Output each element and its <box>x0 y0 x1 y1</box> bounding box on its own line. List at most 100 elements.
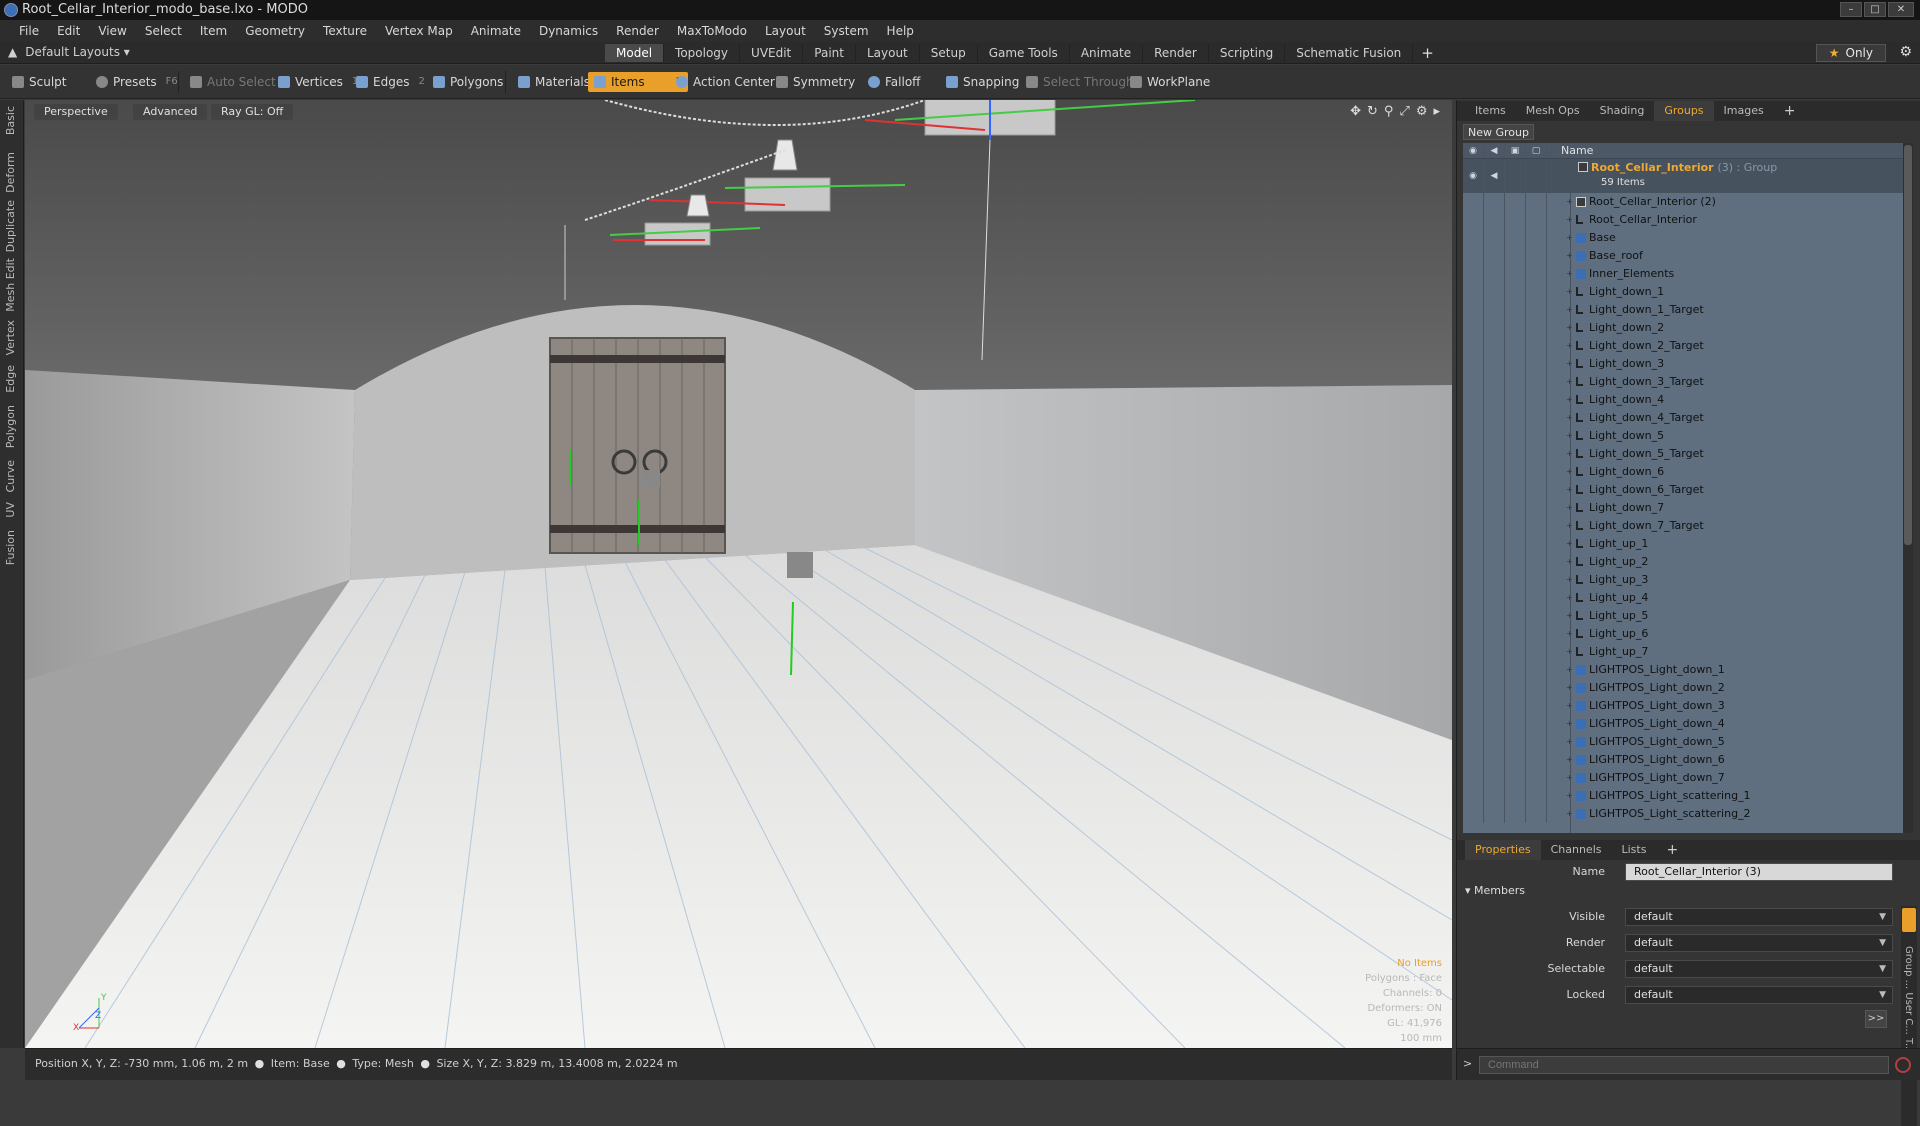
tab-properties[interactable]: Properties <box>1465 840 1541 860</box>
tree-row[interactable]: + Light_down_1 <box>1463 283 1903 301</box>
row-toggle-cell[interactable] <box>1463 553 1484 571</box>
vtab-basic[interactable]: Basic <box>4 106 17 135</box>
expand-icon[interactable]: + <box>1566 265 1573 283</box>
expand-properties-button[interactable]: >> <box>1865 1010 1887 1028</box>
row-toggle-cell[interactable] <box>1484 769 1505 787</box>
expand-icon[interactable]: + <box>1566 805 1573 823</box>
tab-images[interactable]: Images <box>1714 101 1774 121</box>
expand-icon[interactable]: + <box>1566 643 1573 661</box>
expand-icon[interactable]: + <box>1566 229 1573 247</box>
row-toggle-cell[interactable] <box>1505 553 1526 571</box>
tree-row[interactable]: + Light_down_5 <box>1463 427 1903 445</box>
row-toggle-cell[interactable] <box>1526 751 1547 769</box>
expand-icon[interactable]: + <box>1566 247 1573 265</box>
tree-row[interactable]: + Light_down_1_Target <box>1463 301 1903 319</box>
pan-icon[interactable]: ✥ <box>1350 104 1361 119</box>
row-toggle-cell[interactable] <box>1463 607 1484 625</box>
row-toggle-cell[interactable] <box>1463 265 1484 283</box>
expand-icon[interactable]: + <box>1566 589 1573 607</box>
row-toggle-cell[interactable] <box>1505 409 1526 427</box>
viewport-expand-icon[interactable]: ▸ <box>1433 104 1440 119</box>
row-toggle-cell[interactable] <box>1505 679 1526 697</box>
row-toggle-cell[interactable] <box>1505 571 1526 589</box>
expand-icon[interactable]: + <box>1566 193 1573 211</box>
vtab-deform[interactable]: Deform <box>4 152 17 193</box>
visibility-toggle-icon[interactable]: ◉ <box>1463 159 1484 193</box>
row-toggle-cell[interactable] <box>1484 265 1505 283</box>
falloff-button[interactable]: Falloff <box>862 72 926 92</box>
tree-row[interactable]: + Light_down_7_Target <box>1463 517 1903 535</box>
tree-row[interactable]: + Light_down_2 <box>1463 319 1903 337</box>
row-toggle-cell[interactable] <box>1463 517 1484 535</box>
side-tab-active[interactable] <box>1902 908 1916 932</box>
row-toggle-cell[interactable] <box>1484 355 1505 373</box>
expand-icon[interactable]: + <box>1566 535 1573 553</box>
row-toggle-cell[interactable] <box>1463 427 1484 445</box>
expand-icon[interactable]: + <box>1566 679 1573 697</box>
row-toggle-cell[interactable] <box>1463 697 1484 715</box>
row-toggle-cell[interactable] <box>1526 355 1547 373</box>
row-toggle-cell[interactable] <box>1484 607 1505 625</box>
row-toggle-cell[interactable] <box>1526 787 1547 805</box>
fit-view-icon[interactable]: ⤢ <box>1399 104 1409 119</box>
tree-row[interactable]: + LIGHTPOS_Light_down_4 <box>1463 715 1903 733</box>
row-toggle-cell[interactable] <box>1505 697 1526 715</box>
visibility-column-icon[interactable]: ◉ <box>1463 143 1484 158</box>
materials-button[interactable]: Materials <box>512 72 596 92</box>
row-toggle-cell[interactable] <box>1526 499 1547 517</box>
row-toggle-cell[interactable] <box>1463 445 1484 463</box>
render-toggle-icon[interactable]: ◀ <box>1484 159 1505 193</box>
row-toggle-cell[interactable] <box>1526 553 1547 571</box>
close-button[interactable]: ✕ <box>1888 2 1914 17</box>
row-toggle-cell[interactable] <box>1463 211 1484 229</box>
row-toggle-cell[interactable] <box>1526 571 1547 589</box>
row-toggle-cell[interactable] <box>1526 679 1547 697</box>
vtab-fusion[interactable]: Fusion <box>4 530 17 565</box>
tab-shading[interactable]: Shading <box>1590 101 1655 121</box>
row-toggle-cell[interactable] <box>1526 283 1547 301</box>
row-toggle-cell[interactable] <box>1526 589 1547 607</box>
menu-layout[interactable]: Layout <box>756 24 815 38</box>
row-toggle-cell[interactable] <box>1505 769 1526 787</box>
row-toggle-cell[interactable] <box>1505 715 1526 733</box>
menu-maxtomodo[interactable]: MaxToModo <box>668 24 756 38</box>
tree-row[interactable]: + Light_up_7 <box>1463 643 1903 661</box>
expand-icon[interactable]: + <box>1566 769 1573 787</box>
expand-icon[interactable]: + <box>1566 427 1573 445</box>
zoom-icon[interactable]: ⚲ <box>1384 104 1394 119</box>
minimize-button[interactable]: – <box>1840 2 1862 17</box>
row-toggle-cell[interactable] <box>1484 481 1505 499</box>
group-root-row[interactable]: ◉ ◀ Root_Cellar_Interior (3) : Group 59 … <box>1463 159 1903 193</box>
row-toggle-cell[interactable] <box>1463 391 1484 409</box>
expand-icon[interactable]: + <box>1566 301 1573 319</box>
vtab-curve[interactable]: Curve <box>4 460 17 492</box>
tree-row[interactable]: + LIGHTPOS_Light_down_3 <box>1463 697 1903 715</box>
vtab-mesh-edit[interactable]: Mesh Edit <box>4 258 17 312</box>
menu-system[interactable]: System <box>815 24 878 38</box>
row-toggle-cell[interactable] <box>1505 625 1526 643</box>
tree-row[interactable]: + Light_down_6_Target <box>1463 481 1903 499</box>
maximize-button[interactable]: □ <box>1864 2 1886 17</box>
row-toggle-cell[interactable] <box>1484 247 1505 265</box>
expand-icon[interactable]: + <box>1566 391 1573 409</box>
row-toggle-cell[interactable] <box>1526 769 1547 787</box>
row-toggle-cell[interactable] <box>1484 751 1505 769</box>
command-chevron-icon[interactable]: > <box>1463 1057 1472 1070</box>
row-toggle-cell[interactable] <box>1505 373 1526 391</box>
expand-icon[interactable]: + <box>1566 733 1573 751</box>
expand-icon[interactable]: + <box>1566 283 1573 301</box>
row-toggle-cell[interactable] <box>1484 517 1505 535</box>
tree-scrollbar[interactable] <box>1903 143 1913 833</box>
new-group-button[interactable]: New Group <box>1463 124 1534 140</box>
row-toggle-cell[interactable] <box>1505 787 1526 805</box>
tree-row[interactable]: + Light_up_4 <box>1463 589 1903 607</box>
expand-icon[interactable]: + <box>1566 337 1573 355</box>
polygons-button[interactable]: Polygons <box>427 72 509 92</box>
row-toggle-cell[interactable] <box>1463 751 1484 769</box>
row-toggle-cell[interactable] <box>1505 661 1526 679</box>
row-toggle-cell[interactable] <box>1505 499 1526 517</box>
row-toggle-cell[interactable] <box>1484 409 1505 427</box>
row-toggle-cell[interactable] <box>1505 265 1526 283</box>
row-toggle-cell[interactable] <box>1505 589 1526 607</box>
row-toggle-cell[interactable] <box>1463 643 1484 661</box>
